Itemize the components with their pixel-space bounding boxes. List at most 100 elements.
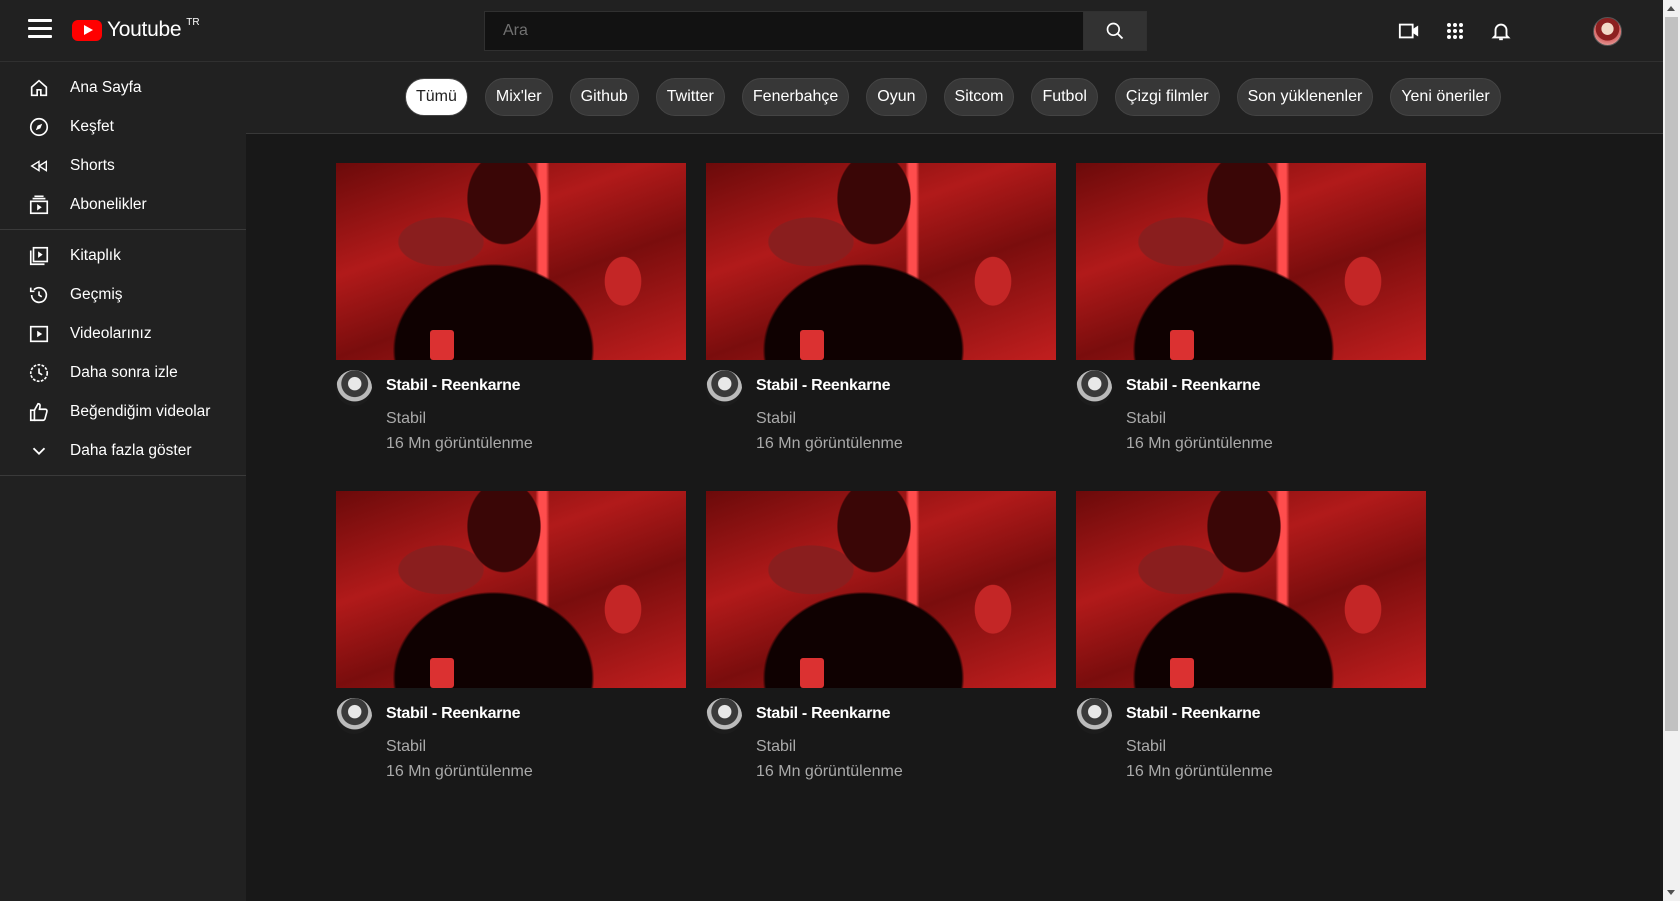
shorts-icon xyxy=(27,154,51,178)
video-card[interactable]: Stabil - Reenkarne Stabil 16 Mn görüntül… xyxy=(1076,163,1426,464)
chevron-down-icon xyxy=(27,439,51,463)
video-title[interactable]: Stabil - Reenkarne xyxy=(1126,705,1261,723)
history-icon xyxy=(27,283,51,307)
sidebar-item-label: Abonelikler xyxy=(70,195,147,213)
channel-name[interactable]: Stabil xyxy=(386,410,426,428)
channel-avatar[interactable] xyxy=(1076,370,1112,406)
video-meta: Stabil - Reenkarne Stabil 16 Mn görüntül… xyxy=(1076,688,1426,792)
sidebar-item-label: Shorts xyxy=(70,156,115,174)
video-meta: Stabil - Reenkarne Stabil 16 Mn görüntül… xyxy=(706,688,1056,792)
vertical-scrollbar[interactable] xyxy=(1663,0,1680,901)
video-title[interactable]: Stabil - Reenkarne xyxy=(756,377,891,395)
apps-grid-icon[interactable] xyxy=(1443,19,1467,43)
sidebar-item-subscriptions[interactable]: Abonelikler xyxy=(0,185,246,224)
chip-new-to-you[interactable]: Yeni öneriler xyxy=(1390,78,1501,116)
sidebar-item-home[interactable]: Ana Sayfa xyxy=(0,68,246,107)
chip-mixes[interactable]: Mix'ler xyxy=(484,78,553,116)
video-grid: Stabil - Reenkarne Stabil 16 Mn görüntül… xyxy=(336,163,1431,792)
chip-fenerbahce[interactable]: Fenerbahçe xyxy=(741,78,850,116)
sidebar: Ana Sayfa Keşfet Shorts Abonelikler Kita… xyxy=(0,62,246,901)
chip-cartoons[interactable]: Çizgi filmler xyxy=(1114,78,1220,116)
sidebar-item-your-videos[interactable]: Videolarınız xyxy=(0,314,246,353)
sidebar-primary-section: Ana Sayfa Keşfet Shorts Abonelikler xyxy=(0,62,246,230)
sidebar-item-show-more[interactable]: Daha fazla göster xyxy=(0,431,246,470)
video-title[interactable]: Stabil - Reenkarne xyxy=(386,705,521,723)
view-count: 16 Mn görüntülenme xyxy=(756,435,903,452)
channel-name[interactable]: Stabil xyxy=(756,738,796,756)
sidebar-item-history[interactable]: Geçmiş xyxy=(0,275,246,314)
channel-avatar[interactable] xyxy=(336,370,372,406)
chip-github[interactable]: Github xyxy=(569,78,639,116)
library-icon xyxy=(27,244,51,268)
video-card[interactable]: Stabil - Reenkarne Stabil 16 Mn görüntül… xyxy=(336,491,686,792)
video-title[interactable]: Stabil - Reenkarne xyxy=(386,377,521,395)
search-bar xyxy=(484,11,1147,51)
sidebar-item-shorts[interactable]: Shorts xyxy=(0,146,246,185)
scrollbar-thumb[interactable] xyxy=(1665,17,1678,731)
sidebar-item-label: Videolarınız xyxy=(70,324,152,342)
video-title[interactable]: Stabil - Reenkarne xyxy=(756,705,891,723)
sidebar-item-explore[interactable]: Keşfet xyxy=(0,107,246,146)
sidebar-item-label: Daha fazla göster xyxy=(70,441,192,459)
search-button[interactable] xyxy=(1083,11,1147,51)
chip-all[interactable]: Tümü xyxy=(405,78,468,116)
sidebar-item-liked-videos[interactable]: Beğendiğim videolar xyxy=(0,392,246,431)
video-thumbnail[interactable] xyxy=(1076,491,1426,688)
chip-twitter[interactable]: Twitter xyxy=(655,78,725,116)
search-input[interactable] xyxy=(484,11,1083,51)
chip-gaming[interactable]: Oyun xyxy=(866,78,927,116)
search-icon xyxy=(1106,22,1124,40)
chip-sitcom[interactable]: Sitcom xyxy=(943,78,1015,116)
video-card[interactable]: Stabil - Reenkarne Stabil 16 Mn görüntül… xyxy=(706,163,1056,464)
sidebar-item-library[interactable]: Kitaplık xyxy=(0,236,246,275)
sidebar-item-label: Kitaplık xyxy=(70,246,121,264)
channel-avatar[interactable] xyxy=(336,698,372,734)
video-title[interactable]: Stabil - Reenkarne xyxy=(1126,377,1261,395)
video-meta: Stabil - Reenkarne Stabil 16 Mn görüntül… xyxy=(706,360,1056,464)
video-card[interactable]: Stabil - Reenkarne Stabil 16 Mn görüntül… xyxy=(336,163,686,464)
video-thumbnail[interactable] xyxy=(706,163,1056,360)
video-camera-icon[interactable] xyxy=(1397,19,1421,43)
video-card[interactable]: Stabil - Reenkarne Stabil 16 Mn görüntül… xyxy=(1076,491,1426,792)
chip-list: Tümü Mix'ler Github Twitter Fenerbahçe O… xyxy=(405,78,1501,116)
video-meta: Stabil - Reenkarne Stabil 16 Mn görüntül… xyxy=(336,360,686,464)
channel-name[interactable]: Stabil xyxy=(386,738,426,756)
view-count: 16 Mn görüntülenme xyxy=(756,763,903,780)
avatar[interactable] xyxy=(1593,17,1622,46)
channel-avatar[interactable] xyxy=(1076,698,1112,734)
video-thumbnail[interactable] xyxy=(336,163,686,360)
video-thumbnail[interactable] xyxy=(336,491,686,688)
bell-icon[interactable] xyxy=(1489,19,1513,43)
subscriptions-icon xyxy=(27,193,51,217)
scroll-up-arrow-icon[interactable] xyxy=(1667,6,1675,11)
video-card[interactable]: Stabil - Reenkarne Stabil 16 Mn görüntül… xyxy=(706,491,1056,792)
view-count: 16 Mn görüntülenme xyxy=(1126,763,1273,780)
view-count: 16 Mn görüntülenme xyxy=(386,763,533,780)
youtube-logo-icon xyxy=(72,19,102,41)
sidebar-item-label: Geçmiş xyxy=(70,285,123,303)
video-thumbnail[interactable] xyxy=(1076,163,1426,360)
channel-name[interactable]: Stabil xyxy=(756,410,796,428)
video-thumbnail[interactable] xyxy=(706,491,1056,688)
video-meta: Stabil - Reenkarne Stabil 16 Mn görüntül… xyxy=(336,688,686,792)
logo-text: Youtube xyxy=(107,18,182,41)
video-meta: Stabil - Reenkarne Stabil 16 Mn görüntül… xyxy=(1076,360,1426,464)
filter-chips-bar: Tümü Mix'ler Github Twitter Fenerbahçe O… xyxy=(246,62,1663,134)
channel-name[interactable]: Stabil xyxy=(1126,738,1166,756)
menu-icon[interactable] xyxy=(28,19,52,39)
view-count: 16 Mn görüntülenme xyxy=(386,435,533,452)
channel-avatar[interactable] xyxy=(706,370,742,406)
chip-football[interactable]: Futbol xyxy=(1031,78,1098,116)
top-bar: Youtube TR xyxy=(0,0,1663,62)
watch-later-icon xyxy=(27,361,51,385)
sidebar-item-label: Beğendiğim videolar xyxy=(70,402,211,420)
scroll-down-arrow-icon[interactable] xyxy=(1667,890,1675,895)
logo[interactable]: Youtube TR xyxy=(72,16,200,42)
chip-recently-uploaded[interactable]: Son yüklenenler xyxy=(1236,78,1374,116)
channel-avatar[interactable] xyxy=(706,698,742,734)
logo-region: TR xyxy=(186,16,200,28)
channel-name[interactable]: Stabil xyxy=(1126,410,1166,428)
sidebar-item-watch-later[interactable]: Daha sonra izle xyxy=(0,353,246,392)
sidebar-secondary-section: Kitaplık Geçmiş Videolarınız Daha sonra … xyxy=(0,230,246,476)
view-count: 16 Mn görüntülenme xyxy=(1126,435,1273,452)
